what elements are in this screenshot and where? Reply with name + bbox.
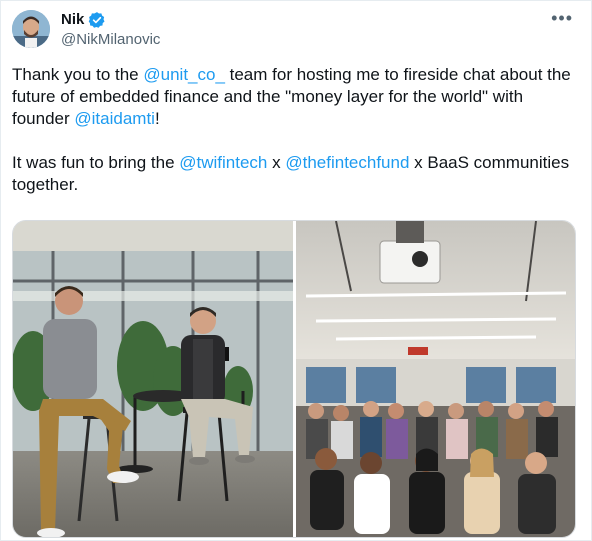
- more-options-icon[interactable]: •••: [551, 9, 573, 27]
- tweet-paragraph-2: It was fun to bring the @twifintech x @t…: [12, 152, 582, 196]
- text-segment: !: [154, 109, 160, 128]
- photo-fireside-chat[interactable]: [13, 221, 293, 537]
- media-grid: [12, 220, 576, 538]
- author-name-row[interactable]: Nik: [61, 11, 106, 29]
- author-handle[interactable]: @NikMilanovic: [61, 31, 160, 49]
- avatar[interactable]: [12, 10, 50, 48]
- mention-itaidamti[interactable]: @itaidamti: [74, 109, 155, 128]
- mention-unit-co[interactable]: @unit_co_: [143, 65, 225, 84]
- avatar-photo: [12, 10, 50, 48]
- author-name[interactable]: Nik: [61, 11, 84, 29]
- mention-thefintechfund[interactable]: @thefintechfund: [285, 153, 409, 172]
- mention-twifintech[interactable]: @twifintech: [179, 153, 267, 172]
- tweet-card: Nik @NikMilanovic ••• Thank you to the @…: [0, 0, 592, 541]
- photo-audience[interactable]: [296, 221, 575, 537]
- tweet-paragraph-1: Thank you to the @unit_co_ team for host…: [12, 64, 582, 130]
- text-segment: x: [267, 153, 286, 172]
- tweet-text: Thank you to the @unit_co_ team for host…: [12, 64, 582, 196]
- text-segment: Thank you to the: [12, 65, 144, 84]
- text-segment: It was fun to bring the: [12, 153, 180, 172]
- verified-badge-icon: [89, 12, 105, 28]
